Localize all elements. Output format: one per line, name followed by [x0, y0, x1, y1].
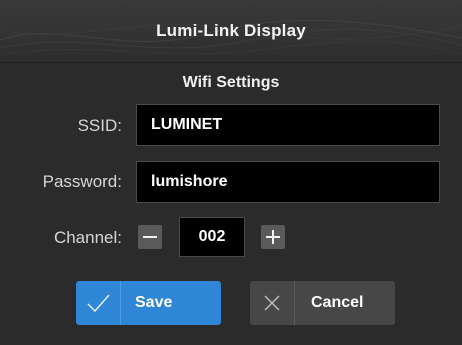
save-button[interactable]: Save: [76, 281, 221, 325]
channel-decrement-button[interactable]: [138, 225, 162, 249]
close-icon: [250, 281, 294, 325]
password-label: Password:: [42, 172, 122, 191]
channel-value[interactable]: 002: [179, 217, 245, 257]
cancel-button-divider: [294, 281, 295, 325]
cancel-button-label: Cancel: [311, 294, 364, 311]
checkmark-icon: [76, 281, 120, 325]
channel-label: Channel:: [53, 228, 122, 247]
ssid-label: SSID:: [77, 116, 122, 135]
section-title: Wifi Settings: [182, 74, 280, 91]
lumi-link-display-window: Lumi-Link Display Wifi Settings SSID: Pa…: [0, 0, 462, 345]
title-bar: Lumi-Link Display: [0, 0, 462, 63]
cancel-button[interactable]: Cancel: [250, 281, 395, 325]
minus-icon: [143, 236, 157, 238]
save-button-label: Save: [135, 294, 173, 311]
save-button-divider: [120, 281, 121, 325]
password-input[interactable]: [136, 161, 440, 203]
ssid-input[interactable]: [136, 104, 440, 146]
channel-increment-button[interactable]: [261, 225, 285, 249]
app-title: Lumi-Link Display: [156, 21, 306, 40]
